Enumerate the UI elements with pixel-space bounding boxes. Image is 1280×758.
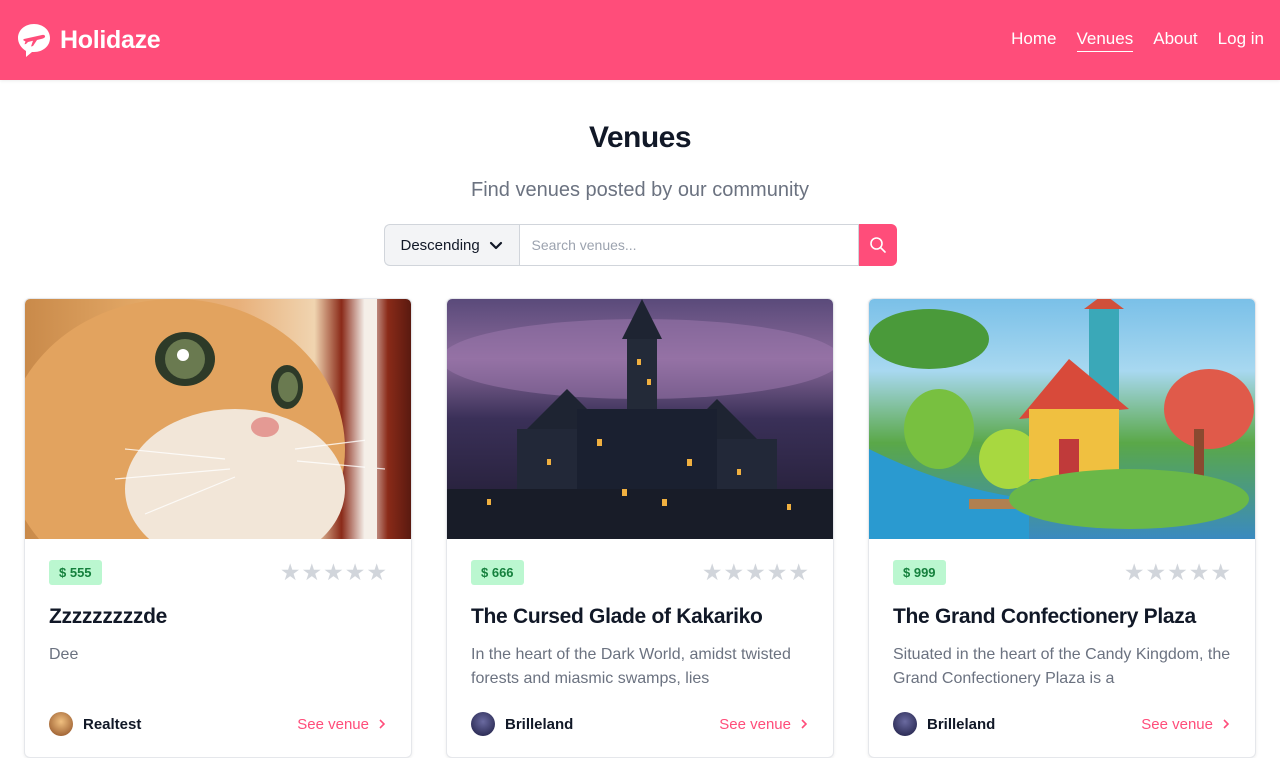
dark-village-illustration (447, 299, 833, 539)
star-icon: ★ (366, 559, 387, 585)
search-icon (869, 237, 886, 253)
see-venue-label: See venue (1141, 715, 1213, 733)
site-header: Holidaze Home Venues About Log in (0, 0, 1280, 80)
venue-owner[interactable]: Brilleland (893, 712, 995, 736)
venue-name[interactable]: The Cursed Glade of Kakariko (471, 605, 809, 629)
star-icon: ★ (323, 559, 344, 585)
nav-venues[interactable]: Venues (1076, 29, 1134, 52)
candy-house-illustration (869, 299, 1254, 539)
price-badge: $ 999 (893, 560, 946, 585)
venue-card[interactable]: $ 555 ★ ★ ★ ★ ★ Zzzzzzzzzde Dee Realtest See… (24, 298, 412, 758)
brand-logo[interactable]: Holidaze (16, 22, 161, 58)
see-venue-link[interactable]: See venue (297, 716, 387, 733)
avatar (893, 712, 917, 736)
avatar (49, 712, 73, 736)
owner-name: Realtest (83, 715, 142, 733)
star-icon: ★ (788, 559, 809, 585)
venue-name[interactable]: The Grand Confectionery Plaza (893, 605, 1231, 629)
nav-home[interactable]: Home (1011, 29, 1056, 51)
see-venue-link[interactable]: See venue (1141, 716, 1231, 733)
star-icon: ★ (344, 559, 366, 585)
sort-dropdown[interactable]: Descending (383, 224, 519, 266)
hero-section: Venues Find venues posted by our communi… (0, 121, 1280, 266)
star-icon: ★ (723, 559, 745, 585)
rating-stars: ★ ★ ★ ★ ★ (1124, 561, 1231, 584)
venue-owner[interactable]: Realtest (49, 712, 141, 736)
venue-grid: $ 555 ★ ★ ★ ★ ★ Zzzzzzzzzde Dee Realtest See… (24, 298, 1256, 758)
nav-login[interactable]: Log in (1218, 29, 1264, 51)
see-venue-label: See venue (719, 715, 791, 733)
star-icon: ★ (279, 559, 301, 585)
page-subtitle: Find venues posted by our community (471, 179, 809, 201)
price-badge: $ 666 (471, 560, 524, 585)
venue-image[interactable] (447, 299, 833, 539)
owner-name: Brilleland (927, 715, 996, 733)
star-icon: ★ (745, 559, 766, 585)
price-badge: $ 555 (49, 560, 102, 585)
venue-description: In the heart of the Dark World, amidst t… (471, 646, 791, 687)
star-icon: ★ (1145, 559, 1167, 585)
chevron-down-icon (489, 241, 502, 250)
venue-card[interactable]: $ 666 ★ ★ ★ ★ ★ The Cursed Glade of Kakariko… (446, 298, 834, 758)
venue-description: Situated in the heart of the Candy Kingd… (893, 646, 1231, 687)
sort-dropdown-value: Descending (400, 236, 480, 254)
venue-image[interactable] (869, 299, 1255, 539)
venue-image[interactable] (25, 299, 411, 539)
airplane-bubble-icon (18, 24, 50, 57)
main-nav: Home Venues About Log in (1011, 29, 1264, 52)
avatar (471, 712, 495, 736)
page-title: Venues (588, 121, 692, 154)
see-venue-link[interactable]: See venue (719, 716, 809, 733)
star-icon: ★ (301, 559, 323, 585)
search-input[interactable] (518, 224, 859, 266)
nav-about[interactable]: About (1153, 29, 1197, 51)
rating-stars: ★ ★ ★ ★ ★ (280, 561, 387, 584)
star-icon: ★ (1210, 559, 1231, 585)
search-button[interactable] (858, 224, 897, 266)
rating-stars: ★ ★ ★ ★ ★ (702, 561, 809, 584)
venue-name[interactable]: Zzzzzzzzzde (49, 605, 387, 629)
search-bar: Descending (0, 224, 1280, 266)
venue-owner[interactable]: Brilleland (471, 712, 573, 736)
kitten-illustration (25, 299, 386, 539)
venue-card[interactable]: $ 999 ★ ★ ★ ★ ★ The Grand Confectionery Plaz… (868, 298, 1256, 758)
star-icon: ★ (766, 559, 788, 585)
star-icon: ★ (1123, 559, 1145, 585)
star-icon: ★ (1167, 559, 1188, 585)
see-venue-label: See venue (297, 715, 369, 733)
brand-name: Holidaze (60, 25, 161, 54)
owner-name: Brilleland (505, 715, 574, 733)
star-icon: ★ (701, 559, 723, 585)
venue-description: Dee (49, 646, 79, 663)
star-icon: ★ (1188, 559, 1210, 585)
